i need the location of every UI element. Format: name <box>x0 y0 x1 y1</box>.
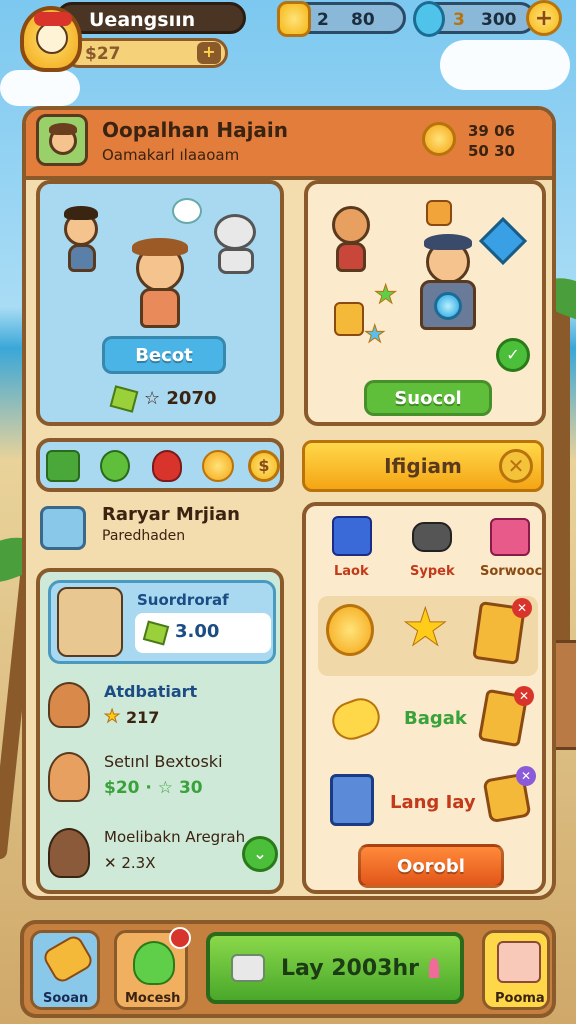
quest-item[interactable]: Setınl Bextoski $20 · ☆ 30 <box>48 748 276 810</box>
slot-room[interactable]: Pooma <box>482 930 550 1010</box>
quest-title: Atdbatiart <box>104 682 198 701</box>
map-icon[interactable] <box>46 450 80 482</box>
panel-subtitle: Oamakarl ılaaoam <box>102 146 240 164</box>
cancel-x-icon[interactable]: ✕ <box>499 449 533 483</box>
avatar-face-icon <box>36 22 68 54</box>
hammer-icon <box>478 216 528 266</box>
toolbox-icon <box>332 516 372 556</box>
remove-x-icon[interactable]: ✕ <box>516 766 536 786</box>
slot-monster[interactable]: Mocesh <box>114 927 191 1010</box>
hero-card-right[interactable]: ★ ★ ✓ Suocol <box>304 180 546 426</box>
shop-item-label: Bagak <box>404 708 467 729</box>
player-name-pill[interactable]: Ueangsıın <box>56 2 246 34</box>
add-gems-button[interactable]: + <box>526 0 562 36</box>
expand-chevron-icon[interactable]: ⌄ <box>242 836 278 872</box>
trophy-icon <box>277 1 311 37</box>
sky-cloud <box>440 40 570 90</box>
quest-title: Moelibakn Aregrah <box>104 828 246 846</box>
price-text: ☆ 2070 <box>144 388 217 409</box>
remove-x-icon[interactable]: ✕ <box>512 598 532 618</box>
bone-icon[interactable] <box>326 692 386 746</box>
wizard-icon <box>48 828 90 878</box>
gem-icon <box>413 1 445 37</box>
stats-line-1: 39 06 <box>468 122 515 140</box>
stats-line-2: 50 30 <box>468 142 515 160</box>
shop-row: ★ ✕ <box>318 596 538 676</box>
currency-value: $27 <box>85 44 121 64</box>
add-currency-button[interactable]: + <box>197 42 221 64</box>
star-icon: ★ <box>103 706 121 728</box>
shop-item-label: Lang Iay <box>390 792 476 813</box>
gem-stack-icon <box>231 954 266 982</box>
emblem-icon[interactable] <box>100 450 130 482</box>
sun-trophy-icon <box>422 122 456 156</box>
flag-icon <box>428 958 439 978</box>
gold-star-icon[interactable]: ★ <box>402 598 450 659</box>
slime-monster-icon <box>133 941 175 985</box>
play-button[interactable]: Lay 2003hr <box>206 932 464 1004</box>
section-subtitle: Paredhaden <box>102 528 186 544</box>
heroes-portrait <box>57 587 123 657</box>
slot-scan[interactable]: Sooan <box>30 930 100 1010</box>
highlight-value: 3.00 <box>175 621 220 642</box>
cube-icon <box>497 941 541 983</box>
sky-cloud <box>0 70 80 106</box>
quest-item[interactable]: Moelibakn Aregrah ✕ 2.3X ⌄ <box>48 824 278 886</box>
shop-row: Bagak ✕ <box>318 682 538 762</box>
coin-icon[interactable]: $ <box>248 450 280 482</box>
quest-title: Setınl Bextoski <box>104 752 223 771</box>
shop-card: Laok Sypek Sorwooc ★ ✕ Bagak ✕ Lang Iay … <box>302 502 546 894</box>
scout-button[interactable]: Suocol <box>364 380 492 416</box>
speech-bubble-icon <box>172 198 202 224</box>
notification-badge <box>169 927 191 949</box>
quest-list: Suordroraf 3.00 Atdbatiart ★ 217 Setınl … <box>36 568 284 894</box>
treasure-basket-icon[interactable] <box>330 774 374 826</box>
resource-pill-gold[interactable]: 2 80 <box>277 1 406 37</box>
sun-icon[interactable] <box>202 450 234 482</box>
star-icon: ★ <box>364 320 386 349</box>
player-name: Ueangsıın <box>89 9 196 31</box>
panel-title: Oopalhan Hajain <box>102 118 289 142</box>
hero-portrait[interactable] <box>36 114 88 166</box>
cannon-icon <box>412 522 452 552</box>
balloon-icon[interactable] <box>326 604 374 656</box>
fox-icon <box>48 752 90 802</box>
main-panel: Oopalhan Hajain Oamakarl ılaaoam 39 06 5… <box>22 106 556 900</box>
resource-strip: $ <box>36 438 284 492</box>
fire-icon[interactable] <box>152 450 182 482</box>
resource-pill-gems[interactable]: 3 300 <box>413 1 536 37</box>
quest-item[interactable]: Atdbatiart ★ 217 <box>48 676 276 738</box>
shop-row: Lang Iay ✕ <box>318 766 538 838</box>
star-icon: ★ <box>373 280 398 311</box>
shop-tab-look[interactable]: Laok <box>322 512 382 586</box>
quest-reward: 217 <box>126 708 160 727</box>
upgrade-button[interactable]: Ifigiam ✕ <box>302 440 544 492</box>
quest-reward: $20 · ☆ 30 <box>104 778 203 798</box>
section-title: Raryar Mrjian <box>102 504 240 525</box>
section-header: Raryar Mrjian Paredhaden <box>36 502 292 558</box>
remove-x-icon[interactable]: ✕ <box>514 686 534 706</box>
currency-pill[interactable]: $27 + <box>64 38 228 68</box>
shop-tab-soroc[interactable]: Sorwooc <box>478 512 544 586</box>
scroll-map-icon <box>40 506 86 550</box>
shop-tab-speak[interactable]: Sypek <box>402 512 462 586</box>
scroll-icon <box>426 200 452 226</box>
player-badge[interactable] <box>20 6 82 72</box>
treasure-map-icon <box>334 302 364 336</box>
panel-header: Oopalhan Hajain Oamakarl ılaaoam 39 06 5… <box>26 110 552 180</box>
bandana-icon <box>34 12 72 26</box>
quest-reward: ✕ 2.3X <box>104 854 156 872</box>
select-button[interactable]: Becot <box>102 336 226 374</box>
cancel-button[interactable]: Oorobl <box>358 844 504 888</box>
highlight-title: Suordroraf <box>137 591 229 609</box>
bottom-bar: Sooan Mocesh Lay 2003hr Pooma <box>20 920 556 1018</box>
confirm-check-icon[interactable]: ✓ <box>496 338 530 372</box>
hero-card-left[interactable]: Becot ☆ 2070 <box>36 180 284 426</box>
gem-price-icon <box>109 385 139 413</box>
highlight-quest[interactable]: Suordroraf 3.00 <box>48 580 276 664</box>
telescope-icon <box>40 932 96 986</box>
gift-box-icon <box>490 518 530 556</box>
monkey-icon <box>48 682 90 728</box>
